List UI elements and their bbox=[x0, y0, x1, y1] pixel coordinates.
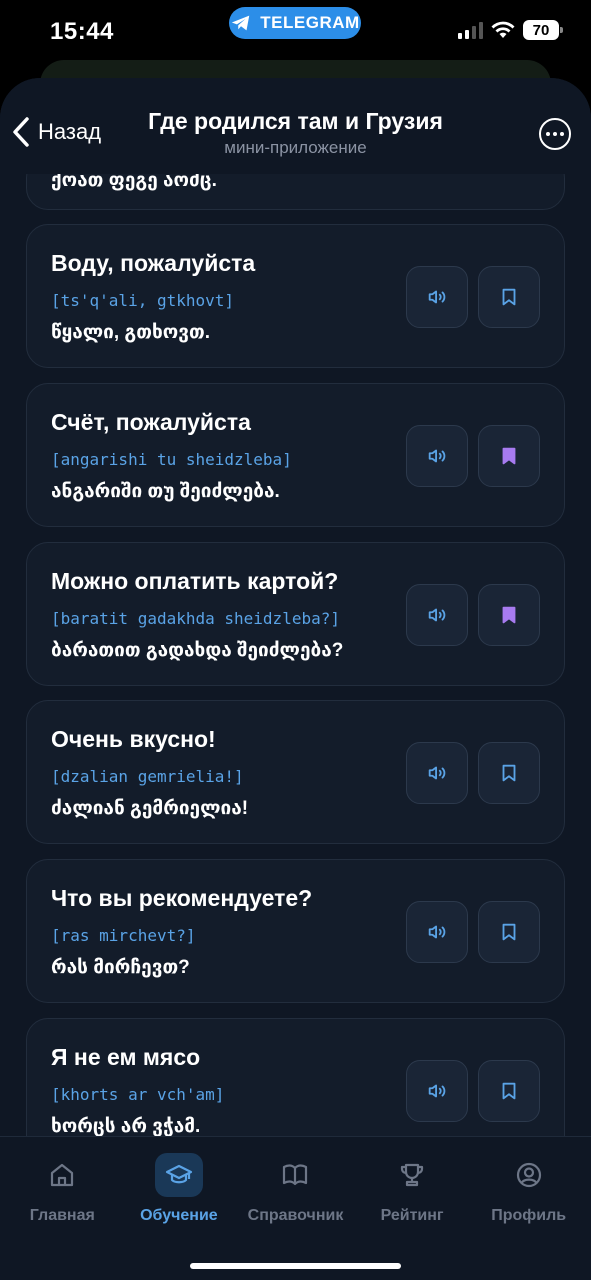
tab-label: Справочник bbox=[247, 1207, 344, 1224]
phrase-georgian: ძალიან გემრიელია! bbox=[51, 798, 249, 819]
page-subtitle: мини-приложение bbox=[224, 138, 367, 157]
more-dot-icon bbox=[560, 132, 564, 136]
bookmark-icon bbox=[502, 764, 516, 782]
play-audio-button[interactable] bbox=[406, 584, 468, 646]
phrase-list: ქოათ ფეგე აოძც. Воду, пожалуйста [ts'q'a… bbox=[0, 78, 591, 1162]
graduation-cap-icon bbox=[165, 1164, 192, 1184]
phrase-russian: Счёт, пожалуйста bbox=[51, 409, 251, 435]
phrase-russian: Можно оплатить картой? bbox=[51, 568, 339, 594]
phrase-card: Что вы рекомендуете? [ras mirchevt?] რას… bbox=[26, 859, 565, 1003]
play-audio-button[interactable] bbox=[406, 425, 468, 487]
phrase-russian: Что вы рекомендуете? bbox=[51, 885, 313, 911]
phrase-card: Можно оплатить картой? [baratit gadakhda… bbox=[26, 542, 565, 686]
bookmark-button[interactable] bbox=[478, 742, 540, 804]
speaker-icon bbox=[428, 608, 446, 622]
bookmark-button[interactable] bbox=[478, 266, 540, 328]
more-dot-icon bbox=[553, 132, 557, 136]
bookmark-button[interactable] bbox=[478, 901, 540, 963]
speaker-icon bbox=[428, 766, 446, 780]
phrase-transliteration: [ts'q'ali, gtkhovt] bbox=[51, 291, 235, 310]
phrase-transliteration: [dzalian gemrielia!] bbox=[51, 767, 244, 786]
phrase-transliteration: [ras mirchevt?] bbox=[51, 926, 196, 945]
page-title: Где родился там и Грузия bbox=[148, 108, 443, 134]
phrase-georgian: ხორცს არ ვჭამ. bbox=[51, 1116, 201, 1137]
phrase-georgian: წყალი, გთხოვთ. bbox=[51, 322, 210, 343]
book-icon bbox=[283, 1164, 308, 1186]
phrase-card: Очень вкусно! [dzalian gemrielia!] ძალია… bbox=[26, 700, 565, 844]
battery-level: 70 bbox=[532, 21, 550, 39]
signal-icon bbox=[458, 21, 483, 39]
status-icons: 70 bbox=[458, 20, 563, 40]
phrase-russian: Воду, пожалуйста bbox=[51, 250, 256, 276]
mini-app-header: Назад Где родился там и Грузия мини-прил… bbox=[0, 78, 591, 174]
more-options-button[interactable] bbox=[539, 118, 571, 150]
home-icon bbox=[51, 1163, 74, 1187]
phrase-card: Воду, пожалуйста [ts'q'ali, gtkhovt] წყა… bbox=[26, 224, 565, 368]
telegram-label: TELEGRAM bbox=[260, 13, 360, 32]
play-audio-button[interactable] bbox=[406, 742, 468, 804]
status-bar: 15:44 TELEGRAM 70 bbox=[0, 0, 591, 64]
speaker-icon bbox=[428, 449, 446, 463]
telegram-icon bbox=[232, 15, 250, 31]
phrase-georgian: ბარათით გადახდა შეიძლება? bbox=[51, 640, 344, 661]
bookmark-icon bbox=[502, 288, 516, 306]
phrase-russian: Я не ем мясо bbox=[51, 1044, 201, 1070]
phrase-transliteration: [baratit gadakhda sheidzleba?] bbox=[51, 609, 340, 628]
more-dot-icon bbox=[546, 132, 550, 136]
tab-reference[interactable]: Справочник bbox=[239, 1153, 351, 1225]
tab-rating[interactable]: Рейтинг bbox=[356, 1153, 468, 1225]
bookmark-icon bbox=[502, 923, 516, 941]
speaker-icon bbox=[428, 1084, 446, 1098]
telegram-pill[interactable]: TELEGRAM bbox=[229, 7, 361, 39]
tab-label: Обучение bbox=[140, 1207, 218, 1224]
phrase-russian: Очень вкусно! bbox=[51, 726, 216, 752]
phrase-georgian: რას მირჩევთ? bbox=[51, 957, 190, 978]
tab-label: Главная bbox=[29, 1207, 95, 1224]
bookmark-filled-icon bbox=[502, 447, 516, 465]
play-audio-button[interactable] bbox=[406, 1060, 468, 1122]
phrase-transliteration: [khorts ar vch'am] bbox=[51, 1085, 225, 1104]
play-audio-button[interactable] bbox=[406, 901, 468, 963]
tab-label: Профиль bbox=[491, 1207, 567, 1224]
tab-profile[interactable]: Профиль bbox=[473, 1153, 585, 1225]
speaker-icon bbox=[428, 925, 446, 939]
status-time: 15:44 bbox=[50, 18, 114, 45]
mini-app-sheet: ქოათ ფეგე აოძც. Воду, пожалуйста [ts'q'a… bbox=[0, 78, 591, 1280]
bottom-tab-bar: Главная Обучение Справочник Рейтинг Проф… bbox=[0, 1136, 591, 1280]
play-audio-button[interactable] bbox=[406, 266, 468, 328]
bookmark-filled-icon bbox=[502, 606, 516, 624]
trophy-icon bbox=[400, 1163, 424, 1187]
bookmark-button[interactable] bbox=[478, 584, 540, 646]
speaker-icon bbox=[428, 290, 446, 304]
battery-icon: 70 bbox=[523, 20, 563, 40]
phrase-georgian: ანგარიში თუ შეიძლება. bbox=[51, 481, 280, 502]
tab-label: Рейтинг bbox=[380, 1207, 444, 1224]
bookmark-button[interactable] bbox=[478, 425, 540, 487]
tab-home[interactable]: Главная bbox=[6, 1153, 118, 1225]
home-indicator[interactable] bbox=[190, 1263, 401, 1269]
bookmark-button[interactable] bbox=[478, 1060, 540, 1122]
profile-icon bbox=[516, 1162, 541, 1188]
phrase-card: Счёт, пожалуйста [angarishi tu sheidzleb… bbox=[26, 383, 565, 527]
wifi-icon bbox=[491, 21, 515, 38]
bookmark-icon bbox=[502, 1082, 516, 1100]
tab-learning[interactable]: Обучение bbox=[123, 1153, 235, 1225]
phrase-transliteration: [angarishi tu sheidzleba] bbox=[51, 450, 292, 469]
